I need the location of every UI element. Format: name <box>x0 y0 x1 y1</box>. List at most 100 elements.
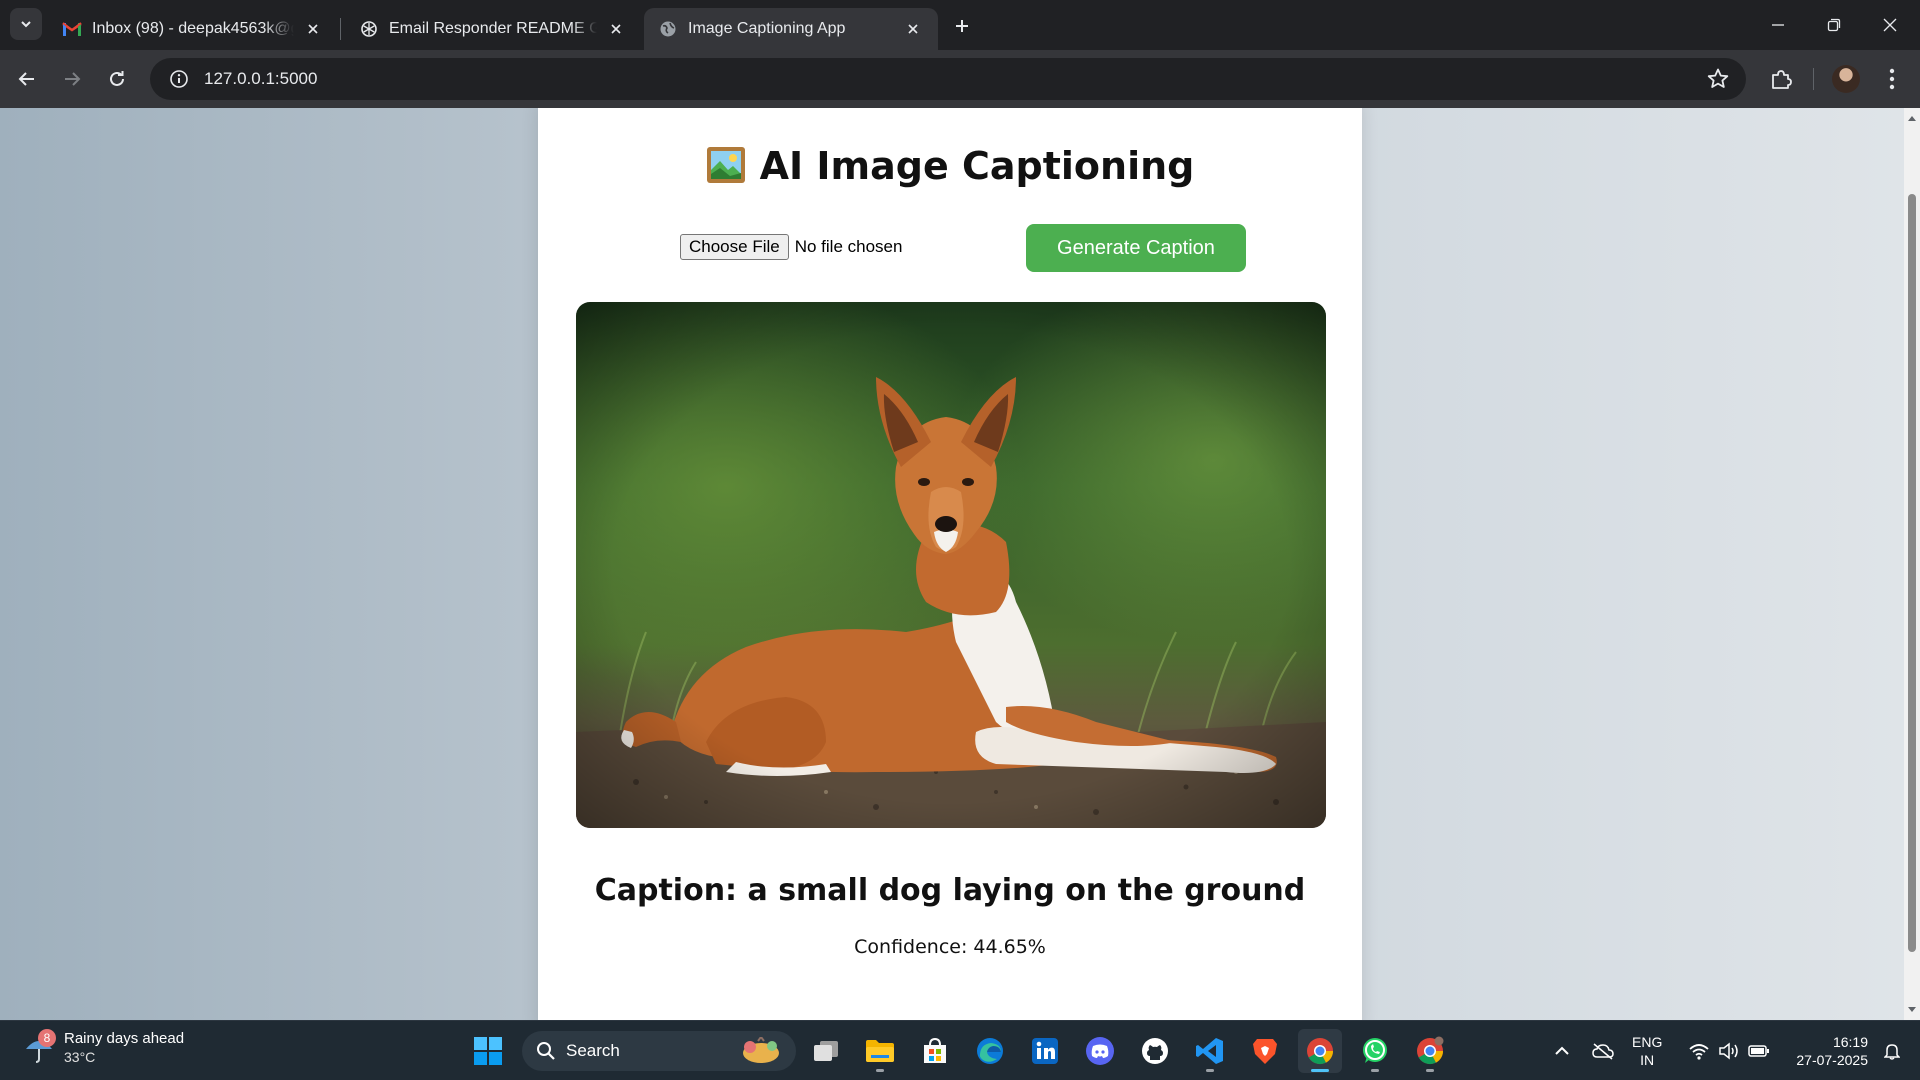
start-button[interactable] <box>466 1029 510 1073</box>
linkedin-button[interactable] <box>1023 1029 1067 1073</box>
notifications-button[interactable] <box>1880 1031 1904 1071</box>
tab-image-captioning[interactable]: Image Captioning App <box>644 8 938 50</box>
brave-button[interactable] <box>1243 1029 1287 1073</box>
linkedin-icon <box>1032 1038 1058 1064</box>
weather-widget[interactable]: 8 Rainy days ahead 33°C <box>22 1029 184 1067</box>
close-window-button[interactable] <box>1862 0 1918 50</box>
edge-button[interactable] <box>968 1029 1012 1073</box>
file-explorer-button[interactable] <box>858 1029 902 1073</box>
gmail-icon <box>62 19 82 39</box>
address-bar[interactable]: 127.0.0.1:5000 <box>150 58 1746 100</box>
reload-icon <box>110 71 124 86</box>
store-icon <box>924 1037 946 1063</box>
dog-photo <box>576 302 1326 828</box>
close-icon[interactable] <box>605 18 627 40</box>
scroll-thumb[interactable] <box>1908 194 1916 952</box>
browser-toolbar: 127.0.0.1:5000 <box>0 50 1920 108</box>
uploaded-image-preview <box>576 302 1326 828</box>
wifi-icon <box>1689 1044 1709 1060</box>
chevron-up-icon <box>1555 1046 1569 1055</box>
weather-title: Rainy days ahead <box>64 1030 185 1047</box>
running-indicator <box>1311 1069 1329 1072</box>
cloud-off-icon <box>1592 1043 1614 1060</box>
close-icon[interactable] <box>902 18 924 40</box>
reload-button[interactable] <box>99 61 135 97</box>
file-input[interactable]: Choose File No file chosen <box>680 234 902 260</box>
lang-primary: ENG <box>1632 1034 1663 1050</box>
show-hidden-icons-button[interactable] <box>1550 1031 1574 1071</box>
generate-caption-button[interactable]: Generate Caption <box>1026 224 1246 272</box>
back-button[interactable] <box>9 61 45 97</box>
chevron-down-icon <box>21 21 31 28</box>
scroll-up-arrow-icon[interactable] <box>1907 114 1917 124</box>
new-tab-button[interactable] <box>948 12 976 40</box>
running-indicator <box>1371 1069 1379 1072</box>
volume-icon <box>1719 1042 1738 1060</box>
chrome-profile-button[interactable] <box>1408 1029 1452 1073</box>
minimize-button[interactable] <box>1750 0 1806 50</box>
scroll-down-arrow-icon[interactable] <box>1907 1004 1917 1014</box>
tab-title: Image Captioning App <box>688 20 846 37</box>
framed-picture-icon <box>706 147 745 183</box>
windows-taskbar: 8 Rainy days ahead 33°C Search ENG IN 16… <box>0 1020 1920 1080</box>
caption-text: Caption: a small dog laying on the groun… <box>594 873 1306 908</box>
task-view-icon <box>814 1041 838 1061</box>
taskbar-search[interactable]: Search <box>522 1031 796 1071</box>
search-highlight-icon <box>743 1037 779 1063</box>
brave-icon <box>1253 1039 1277 1064</box>
task-view-button[interactable] <box>804 1029 848 1073</box>
github-button[interactable] <box>1133 1029 1177 1073</box>
bell-icon <box>1884 1044 1900 1060</box>
bookmark-star-icon[interactable] <box>1706 67 1730 91</box>
date-text: 27-07-2025 <box>1796 1052 1868 1068</box>
avatar <box>1832 65 1860 93</box>
search-label: Search <box>566 1041 620 1060</box>
restore-icon <box>1827 18 1841 32</box>
page-scrollbar[interactable] <box>1904 108 1920 1020</box>
onedrive-button[interactable] <box>1588 1031 1618 1071</box>
minimize-icon <box>1772 24 1784 26</box>
vscode-button[interactable] <box>1188 1029 1232 1073</box>
quick-settings-button[interactable] <box>1684 1031 1774 1071</box>
page-title: AI Image Captioning <box>538 144 1362 188</box>
close-icon[interactable] <box>302 18 324 40</box>
tab-inbox[interactable]: Inbox (98) - deepak4563k@gmail.com <box>48 8 338 50</box>
search-icon <box>537 1042 555 1060</box>
taskbar-clock[interactable]: 16:19 27-07-2025 <box>1784 1033 1868 1069</box>
weather-badge: 8 <box>38 1029 56 1047</box>
extensions-button[interactable] <box>1763 61 1799 97</box>
weather-text: Rainy days ahead 33°C <box>64 1029 184 1067</box>
discord-button[interactable] <box>1078 1029 1122 1073</box>
globe-icon <box>658 19 678 39</box>
kebab-menu-icon <box>1889 68 1895 90</box>
umbrella-icon: 8 <box>22 1029 56 1065</box>
microsoft-store-button[interactable] <box>913 1029 957 1073</box>
confidence-text: Confidence: 44.65% <box>854 936 1046 958</box>
chrome-button[interactable] <box>1298 1029 1342 1073</box>
close-icon <box>1883 18 1897 32</box>
menu-button[interactable] <box>1874 61 1910 97</box>
file-status-text: No file chosen <box>794 237 903 256</box>
weather-temp: 33°C <box>64 1049 96 1065</box>
toolbar-divider <box>1813 68 1814 90</box>
folder-icon <box>866 1040 894 1062</box>
tab-email-responder[interactable]: Email Responder README Guid <box>345 8 641 50</box>
tab-search-button[interactable] <box>10 8 42 40</box>
restore-button[interactable] <box>1806 0 1862 50</box>
forward-button[interactable] <box>54 61 90 97</box>
windows-logo-icon <box>474 1037 502 1065</box>
whatsapp-button[interactable] <box>1353 1029 1397 1073</box>
discord-icon <box>1086 1037 1114 1065</box>
page-title-text: AI Image Captioning <box>759 144 1195 188</box>
arrow-right-icon <box>65 72 81 86</box>
tab-separator <box>340 18 341 40</box>
site-info-icon[interactable] <box>158 58 200 100</box>
tab-strip: Inbox (98) - deepak4563k@gmail.com Email… <box>0 0 1920 50</box>
choose-file-button[interactable]: Choose File <box>680 234 789 260</box>
chatgpt-icon <box>359 19 379 39</box>
running-indicator <box>1426 1069 1434 1072</box>
chrome-icon <box>1417 1036 1444 1065</box>
battery-icon <box>1748 1045 1769 1057</box>
language-indicator[interactable]: ENG IN <box>1632 1033 1662 1069</box>
profile-button[interactable] <box>1828 61 1864 97</box>
